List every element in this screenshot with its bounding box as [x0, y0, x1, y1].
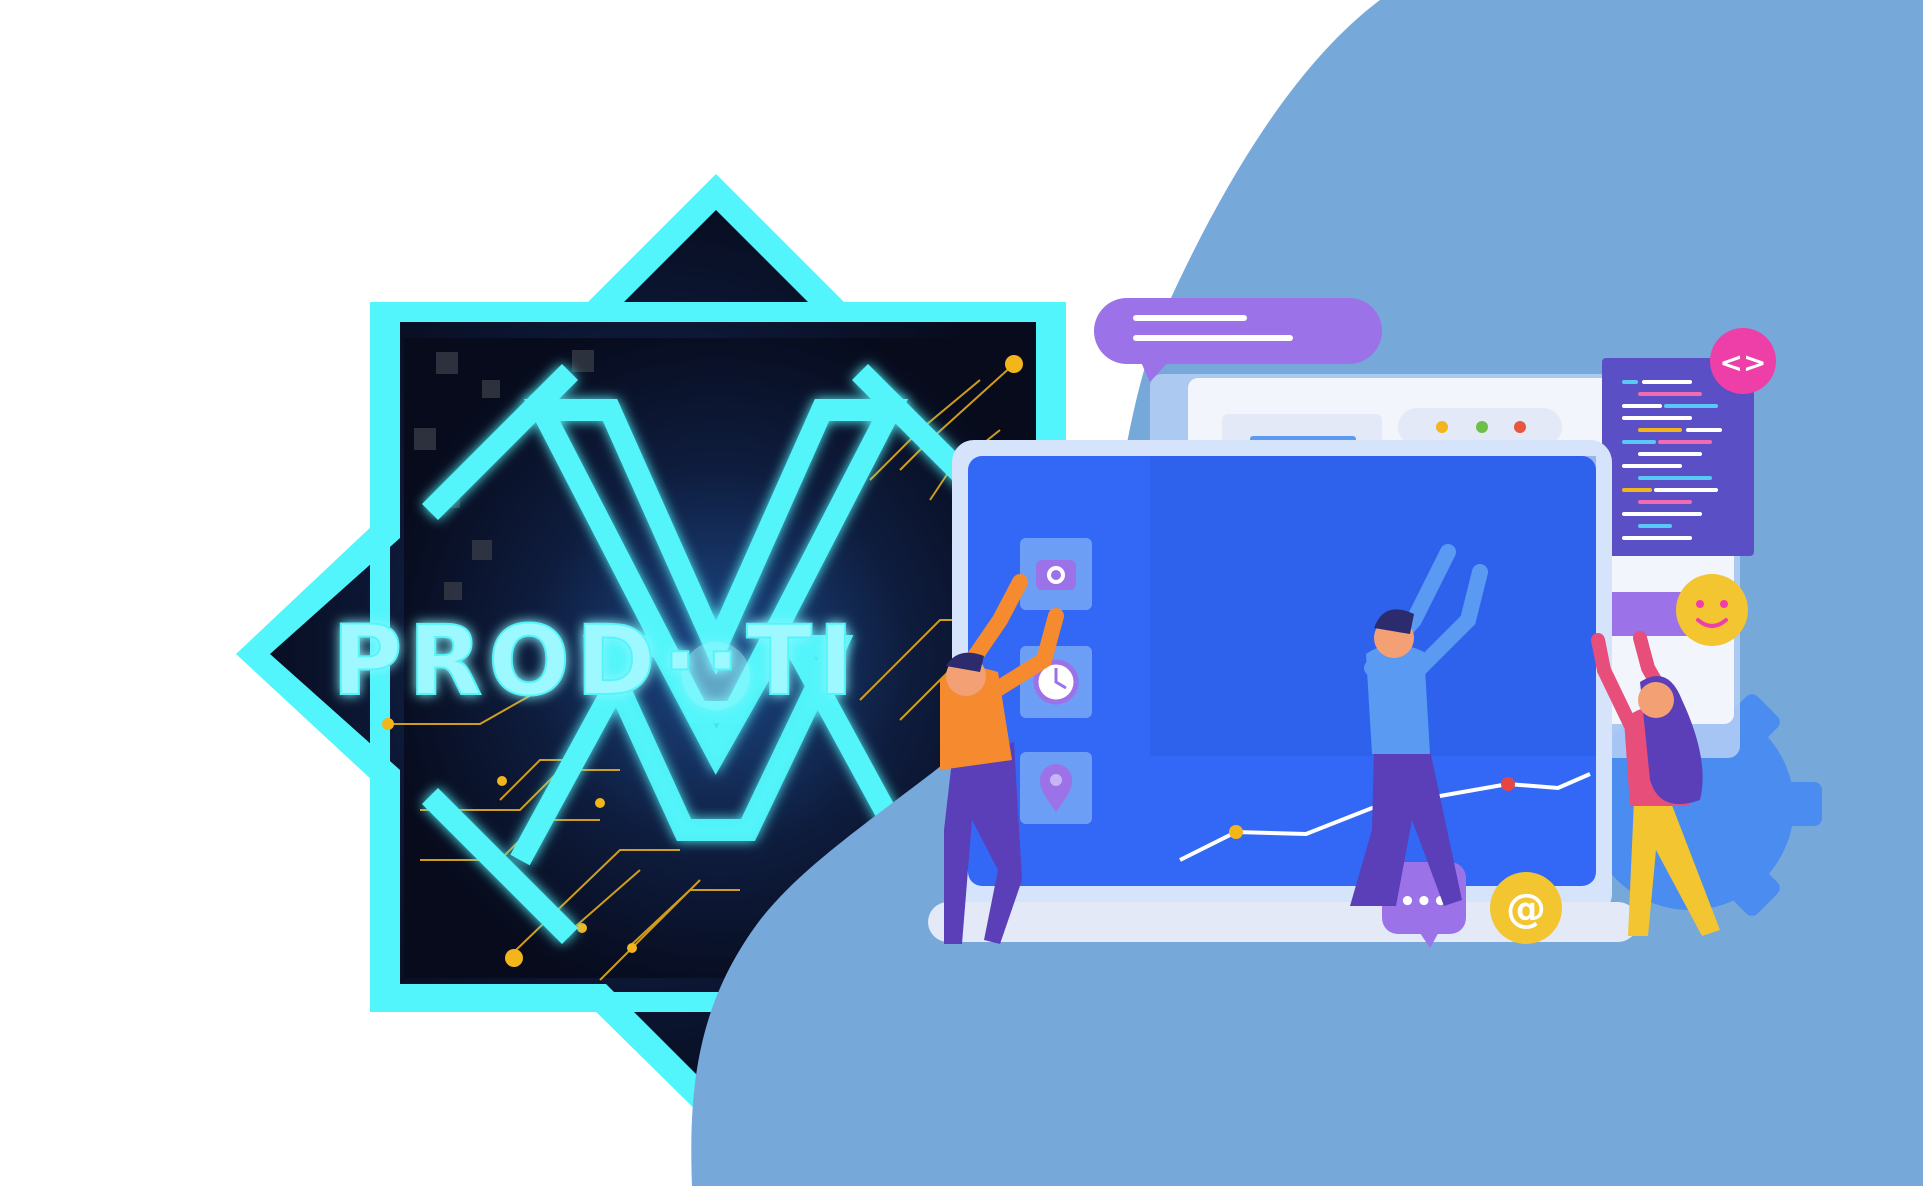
code-badge-icon: <> — [1720, 346, 1767, 379]
dot-green — [1476, 421, 1488, 433]
scene-canvas: PROD··TI <> ••• @ — [236, 0, 1923, 1186]
smiley-icon — [1676, 574, 1748, 646]
code-badge: <> — [1710, 328, 1776, 394]
logo-wordmark: PROD··TI — [332, 605, 860, 717]
email-at-icon: @ — [1506, 886, 1546, 932]
dot-red — [1514, 421, 1526, 433]
hero-illustration: PROD··TI <> ••• @ — [0, 0, 1923, 1186]
camera-icon — [1036, 560, 1076, 590]
dot-yellow — [1436, 421, 1448, 433]
laptop — [928, 440, 1638, 942]
email-at-badge: @ — [1490, 872, 1562, 944]
